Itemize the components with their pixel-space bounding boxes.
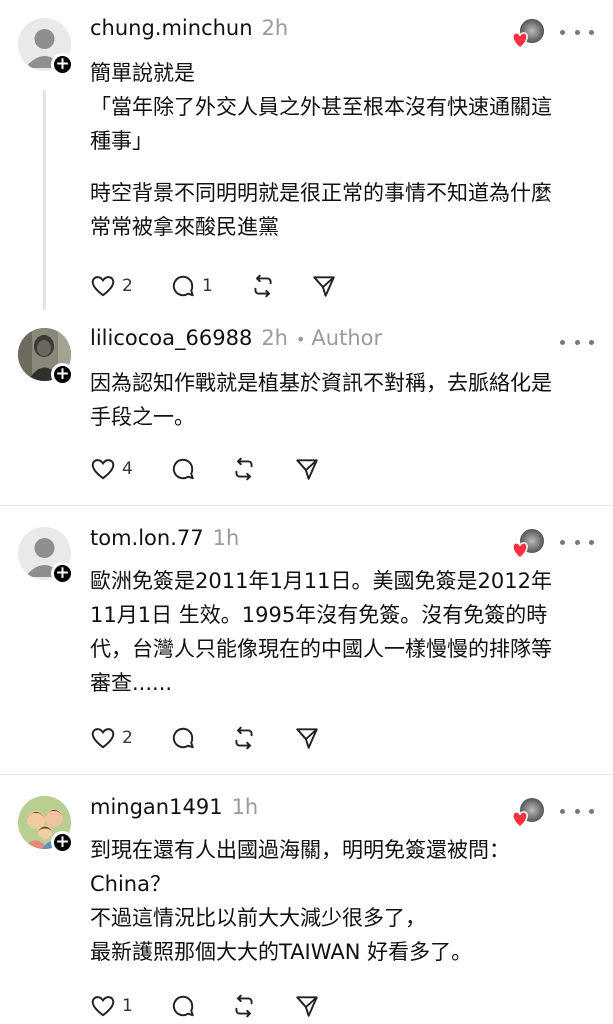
text-line: 歐洲免簽是2011年1月11日。美國免簽是2012年 xyxy=(90,569,552,593)
reply-count: 1 xyxy=(202,276,213,296)
post-4: + mingan1491 1h 到現在還有人出國過海關，明明免簽還被問： Chi… xyxy=(0,775,613,1024)
follow-plus-icon[interactable]: + xyxy=(51,831,74,854)
post-header: lilicocoa_66988 2h • Author xyxy=(90,326,382,356)
more-icon[interactable] xyxy=(560,22,594,42)
text-line: 不過這情況比以前大大減少很多了， xyxy=(90,906,426,930)
follow-plus-icon[interactable]: + xyxy=(51,562,74,585)
send-icon xyxy=(296,728,318,749)
repost-icon xyxy=(254,274,272,298)
username[interactable]: lilicocoa_66988 xyxy=(90,326,252,350)
author-label: Author xyxy=(311,326,383,350)
send-icon xyxy=(296,459,318,480)
post-2: + lilicocoa_66988 2h • Author 因為認知作戰就是植基… xyxy=(0,315,613,505)
timestamp: 2h xyxy=(261,16,289,40)
like-count: 1 xyxy=(122,996,133,1016)
post-body: 簡單說就是 「當年除了外交人員之外甚至根本沒有快速通關這 種事」 時空背景不同明… xyxy=(90,56,600,244)
liked-by-avatar xyxy=(512,16,546,50)
follow-plus-icon[interactable]: + xyxy=(51,53,74,76)
text-line: 代，台灣人只能像現在的中國人一樣慢慢的排隊等 xyxy=(90,637,552,661)
liked-by-avatar xyxy=(512,795,546,829)
comment-icon xyxy=(172,995,194,1017)
heart-icon xyxy=(512,811,528,828)
username[interactable]: mingan1491 xyxy=(90,795,223,819)
post-body: 到現在還有人出國過海關，明明免簽還被問： China？ 不過這情況比以前大大減少… xyxy=(90,833,600,969)
username[interactable]: tom.lon.77 xyxy=(90,526,204,550)
text-line: 手段之一。 xyxy=(90,405,195,429)
repost-icon xyxy=(235,994,253,1018)
like-button[interactable]: 1 xyxy=(90,993,133,1019)
send-icon xyxy=(296,996,318,1017)
reply-button[interactable] xyxy=(170,456,196,482)
repost-button[interactable] xyxy=(231,993,257,1019)
comment-icon xyxy=(172,727,194,749)
like-count: 4 xyxy=(122,459,133,479)
post-3: + tom.lon.77 1h 歐洲免簽是2011年1月11日。美國免簽是201… xyxy=(0,506,613,774)
text-line: China？ xyxy=(90,872,171,896)
text-line: 常常被拿來酸民進黨 xyxy=(90,215,279,239)
repost-button[interactable] xyxy=(250,273,276,299)
text-line: 到現在還有人出國過海關，明明免簽還被問： xyxy=(90,838,510,862)
post-header: tom.lon.77 1h xyxy=(90,526,239,556)
post-body: 歐洲免簽是2011年1月11日。美國免簽是2012年 11月1日 生效。1995… xyxy=(90,564,600,700)
heart-icon xyxy=(512,542,528,559)
text-line: 審查...... xyxy=(90,671,173,695)
share-button[interactable] xyxy=(311,273,337,299)
like-count: 2 xyxy=(122,276,133,296)
text-line: 11月1日 生效。1995年沒有免簽。沒有免簽的時 xyxy=(90,603,548,627)
heart-icon xyxy=(91,728,115,749)
text-line: 「當年除了外交人員之外甚至根本沒有快速通關這 xyxy=(90,95,552,119)
text-line: 最新護照那個大大的TAIWAN 好看多了。 xyxy=(90,940,473,964)
thread-line xyxy=(43,90,46,310)
text-line: 種事」 xyxy=(90,129,153,153)
separator-dot: • xyxy=(295,330,306,349)
heart-icon xyxy=(91,459,115,480)
more-icon[interactable] xyxy=(560,332,594,352)
heart-icon xyxy=(91,276,115,297)
timestamp: 1h xyxy=(212,526,240,550)
text-line: 因為認知作戰就是植基於資訊不對稱，去脈絡化是 xyxy=(90,371,552,395)
post-header: mingan1491 1h xyxy=(90,795,258,825)
repost-button[interactable] xyxy=(231,725,257,751)
comment-icon xyxy=(172,458,194,480)
username[interactable]: chung.minchun xyxy=(90,16,253,40)
post-header: chung.minchun 2h xyxy=(90,16,288,46)
share-button[interactable] xyxy=(294,725,320,751)
heart-icon xyxy=(512,32,528,49)
post-body: 因為認知作戰就是植基於資訊不對稱，去脈絡化是 手段之一。 xyxy=(90,366,600,434)
like-button[interactable]: 2 xyxy=(90,273,133,299)
repost-button[interactable] xyxy=(231,456,257,482)
follow-plus-icon[interactable]: + xyxy=(51,363,74,386)
share-button[interactable] xyxy=(294,993,320,1019)
reply-button[interactable] xyxy=(170,725,196,751)
repost-icon xyxy=(235,726,253,750)
more-icon[interactable] xyxy=(560,532,594,552)
like-count: 2 xyxy=(122,728,133,748)
text-line: 時空背景不同明明就是很正常的事情不知道為什麼 xyxy=(90,181,552,205)
reply-button[interactable] xyxy=(170,993,196,1019)
heart-icon xyxy=(91,996,115,1017)
timestamp: 1h xyxy=(231,795,259,819)
send-icon xyxy=(313,276,335,297)
liked-by-avatar xyxy=(512,526,546,560)
repost-icon xyxy=(235,457,253,481)
reply-button[interactable]: 1 xyxy=(170,273,213,299)
text-line: 簡單說就是 xyxy=(90,61,195,85)
more-icon[interactable] xyxy=(560,801,594,821)
comment-icon xyxy=(172,275,194,297)
post-1: + chung.minchun 2h 簡單說就是 「當年除了外交人員之外甚至根本… xyxy=(0,0,613,315)
timestamp: 2h xyxy=(261,326,288,350)
like-button[interactable]: 4 xyxy=(90,456,133,482)
share-button[interactable] xyxy=(294,456,320,482)
like-button[interactable]: 2 xyxy=(90,725,133,751)
